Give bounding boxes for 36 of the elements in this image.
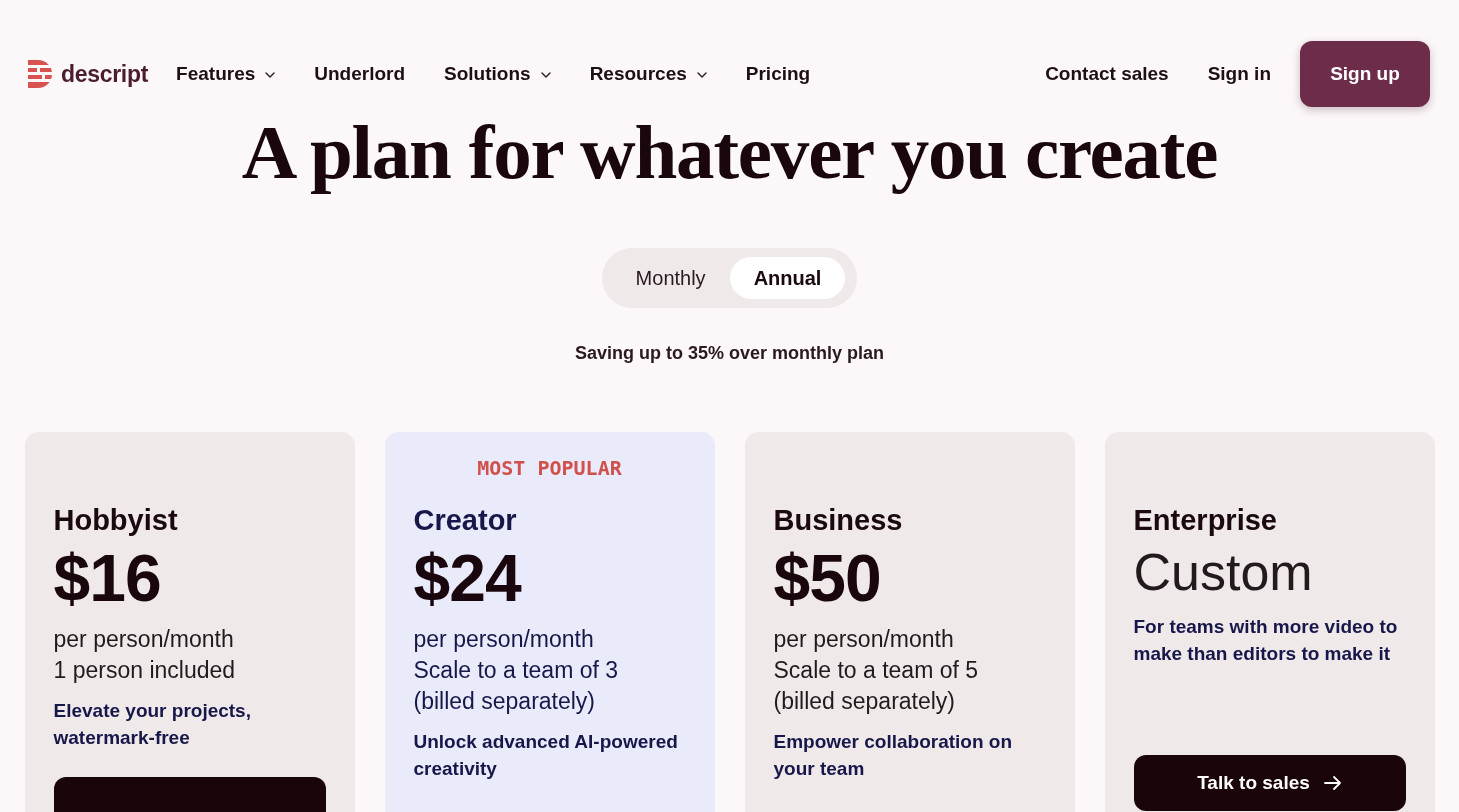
plan-description: Unlock advanced AI-powered creativity xyxy=(413,730,679,781)
plan-detail: (billed separately) xyxy=(773,687,957,716)
plan-name: Hobbyist xyxy=(53,503,179,537)
logo-icon[interactable] xyxy=(28,60,52,88)
plan-detail: per person/month xyxy=(413,625,595,654)
plan-name: Creator xyxy=(413,503,518,537)
nav-link[interactable]: Contact sales xyxy=(1045,62,1169,86)
savings-note: Saving up to 35% over monthly plan xyxy=(574,342,885,365)
popular-label: MOST POPULAR xyxy=(477,456,622,480)
plan-price: Custom xyxy=(1133,542,1314,602)
plan-detail: Scale to a team of 5 xyxy=(773,656,980,685)
plan-detail: Scale to a team of 3 xyxy=(413,656,620,685)
nav-link[interactable]: Solutions xyxy=(444,62,551,86)
plan-price: $50 xyxy=(773,542,882,614)
nav-link[interactable]: Resources xyxy=(589,62,707,86)
plan-price: $16 xyxy=(53,542,162,614)
sign-up-button[interactable]: Sign up xyxy=(1300,41,1430,107)
nav-link[interactable]: Features xyxy=(176,62,276,86)
plan-description: For teams with more video to make than editors to make it xyxy=(1133,615,1399,666)
nav-link[interactable]: Sign in xyxy=(1207,62,1271,86)
plan-name: Enterprise xyxy=(1133,503,1278,537)
talk-to-sales-button[interactable]: Talk to sales xyxy=(1133,755,1406,811)
billing-option[interactable]: Annual xyxy=(729,257,846,299)
arrow-right-icon xyxy=(1323,775,1342,791)
nav-link[interactable]: Underlord xyxy=(314,62,406,86)
plan-name: Business xyxy=(773,503,904,537)
plan-description: Elevate your projects, watermark-free xyxy=(53,699,252,750)
nav-link[interactable]: Pricing xyxy=(745,62,811,86)
plan-price: $24 xyxy=(413,542,523,614)
plan-detail: per person/month xyxy=(53,625,235,654)
billing-option[interactable]: Monthly xyxy=(611,257,730,299)
logo-wordmark[interactable]: descript xyxy=(61,60,149,88)
plan-detail: (billed separately) xyxy=(413,687,597,716)
plan-description: Empower collaboration on your team xyxy=(773,730,1014,781)
plan-detail: 1 person included xyxy=(53,656,237,685)
plan-detail: per person/month xyxy=(773,625,955,654)
